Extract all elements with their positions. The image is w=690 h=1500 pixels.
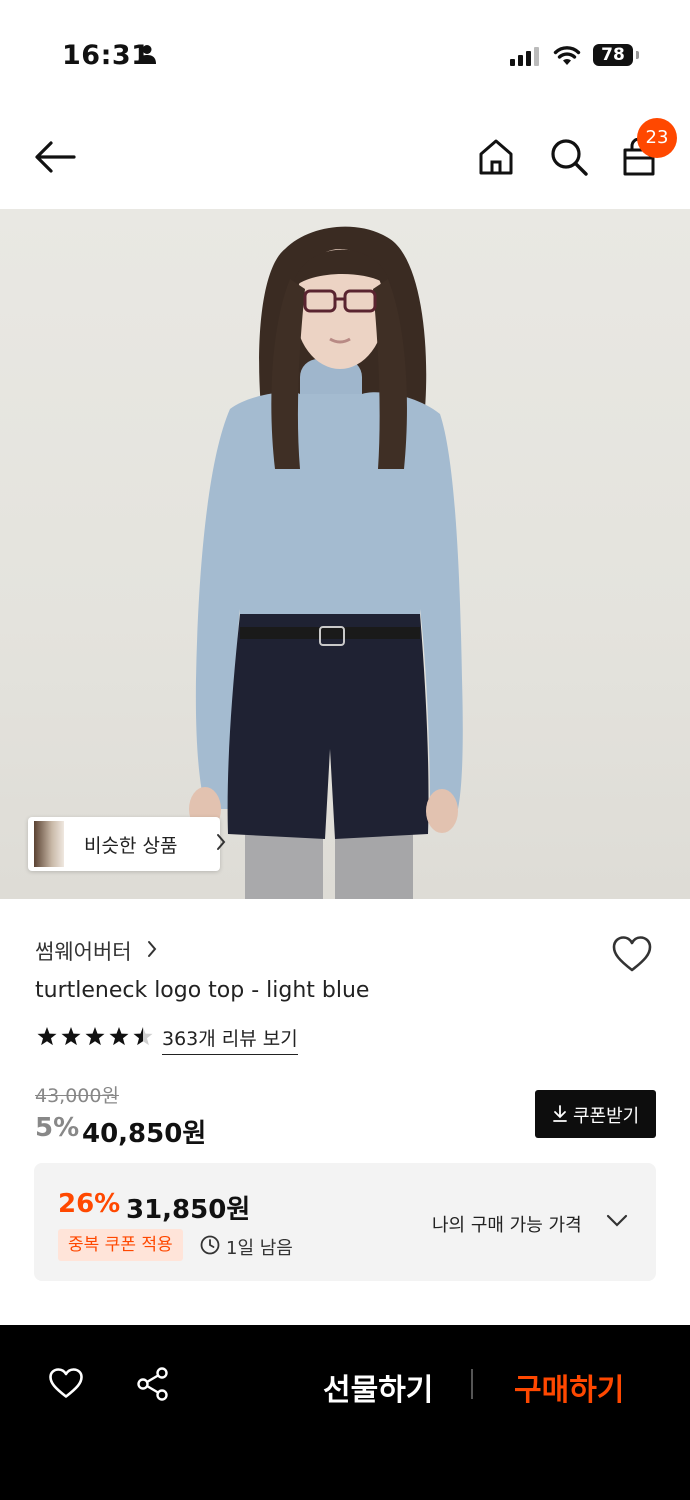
share-icon[interactable] <box>136 1367 170 1401</box>
home-icon[interactable] <box>478 138 514 176</box>
coupon-tag: 중복 쿠폰 적용 <box>58 1229 183 1261</box>
coupon-download-button[interactable]: 쿠폰받기 <box>535 1090 656 1138</box>
similar-thumbnail <box>34 821 64 867</box>
clock-icon <box>200 1235 220 1255</box>
reviews-link[interactable]: 363개 리뷰 보기 <box>162 1024 298 1055</box>
star-icon <box>85 1027 105 1046</box>
best-price-box[interactable]: 26% 31,850원 중복 쿠폰 적용 1일 남음 나의 구매 가능 가격 <box>34 1163 656 1281</box>
signal-icon <box>510 47 539 66</box>
star-icon <box>61 1027 81 1046</box>
discount-percent: 5% <box>35 1113 80 1143</box>
heart-icon[interactable] <box>48 1367 84 1399</box>
bottom-divider <box>471 1369 473 1399</box>
chevron-right-icon <box>148 941 157 957</box>
chevron-down-icon <box>606 1214 628 1227</box>
back-arrow-icon[interactable] <box>34 140 76 174</box>
cart-count-badge: 23 <box>637 118 677 158</box>
bottom-action-bar: 선물하기 구매하기 <box>0 1325 690 1500</box>
star-icon <box>133 1027 153 1046</box>
best-price-value: 31,850원 <box>126 1195 251 1225</box>
buy-button[interactable]: 구매하기 <box>514 1365 624 1409</box>
best-price-percent: 26% <box>58 1189 121 1219</box>
original-price: 43,000원 <box>35 1085 119 1107</box>
chevron-right-icon <box>217 834 226 850</box>
brand-link[interactable]: 썸웨어버터 <box>35 936 132 966</box>
rating-stars <box>37 1027 153 1046</box>
search-icon[interactable] <box>550 138 588 176</box>
gift-button[interactable]: 선물하기 <box>323 1365 433 1409</box>
top-nav: 23 <box>0 108 690 208</box>
download-icon <box>553 1105 567 1122</box>
coupon-button-label: 쿠폰받기 <box>573 1106 640 1127</box>
heart-icon[interactable] <box>611 935 653 973</box>
star-icon <box>109 1027 129 1046</box>
discounted-price: 40,850원 <box>82 1119 207 1149</box>
time-left: 1일 남음 <box>226 1238 293 1259</box>
star-icon <box>37 1027 57 1046</box>
battery-nub <box>636 51 639 59</box>
similar-products-label: 비슷한 상품 <box>84 835 178 857</box>
model-illustration <box>189 226 463 899</box>
my-price-label: 나의 구매 가능 가격 <box>432 1215 582 1236</box>
product-image[interactable] <box>0 209 690 899</box>
battery-icon: 78 <box>593 44 633 66</box>
person-icon <box>138 45 156 64</box>
product-title: turtleneck logo top - light blue <box>35 978 370 1003</box>
similar-products-button[interactable]: 비슷한 상품 <box>28 817 226 871</box>
status-bar: 16:31 78 <box>0 0 690 100</box>
wifi-icon <box>553 46 581 65</box>
